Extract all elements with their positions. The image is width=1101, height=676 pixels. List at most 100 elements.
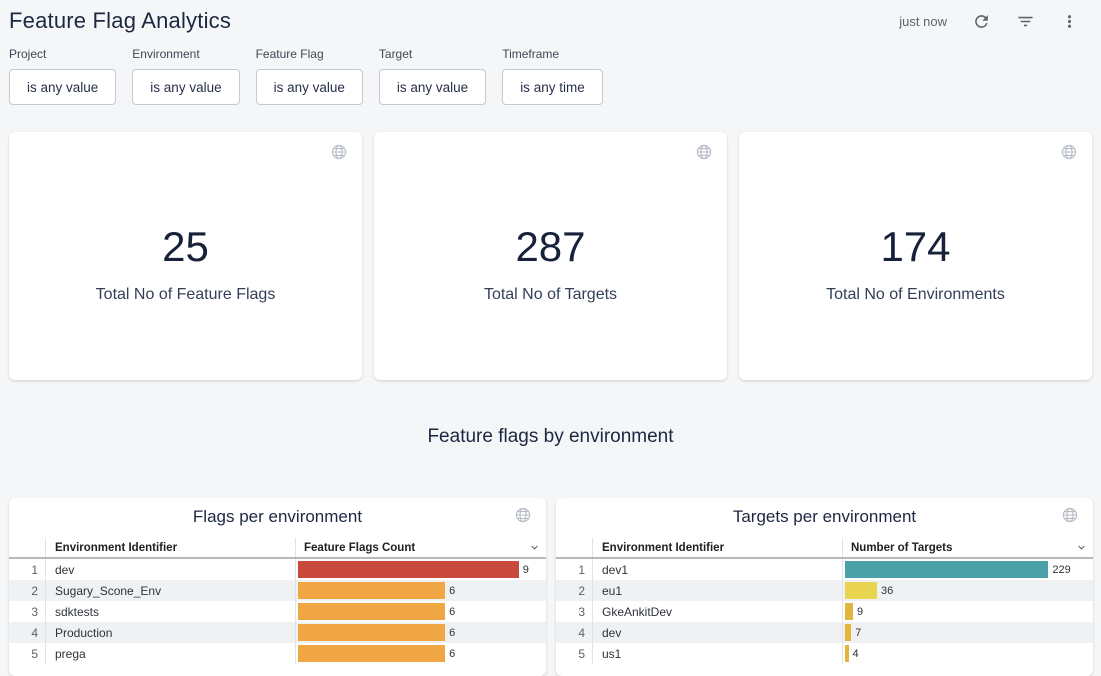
value-bar bbox=[298, 645, 445, 662]
refresh-button[interactable] bbox=[972, 12, 991, 31]
globe-icon bbox=[696, 144, 712, 165]
environment-identifier-cell: prega bbox=[46, 643, 296, 664]
globe-icon bbox=[515, 507, 531, 528]
environment-identifier-cell: sdktests bbox=[46, 601, 296, 622]
filter-project: Project is any value bbox=[9, 47, 116, 105]
table-row[interactable]: 2eu136 bbox=[556, 580, 1093, 601]
targets-per-environment-card: Targets per environment Environment Iden… bbox=[556, 498, 1093, 676]
data-table: Environment Identifier Feature Flags Cou… bbox=[9, 538, 546, 664]
value-bar-cell: 6 bbox=[296, 622, 546, 643]
environment-identifier-cell: eu1 bbox=[593, 580, 843, 601]
row-index: 4 bbox=[556, 622, 593, 643]
value-label: 6 bbox=[449, 648, 455, 660]
environment-identifier-cell: dev1 bbox=[593, 559, 843, 580]
row-number-header bbox=[556, 538, 593, 557]
table-row[interactable]: 5prega 6 bbox=[9, 643, 546, 664]
column-header-count: Number of Targets bbox=[843, 538, 1093, 557]
value-bar-cell: 9 bbox=[843, 601, 1093, 622]
globe-icon bbox=[1061, 144, 1077, 165]
table-title: Flags per environment bbox=[9, 507, 546, 527]
value-label: 4 bbox=[853, 648, 859, 660]
column-header-label: Number of Targets bbox=[843, 542, 952, 554]
page-title: Feature Flag Analytics bbox=[9, 8, 231, 34]
row-number-header bbox=[9, 538, 46, 557]
value-bar-cell: 9 bbox=[296, 559, 546, 580]
top-actions: just now bbox=[899, 12, 1079, 31]
value-bar bbox=[298, 561, 519, 578]
row-index: 1 bbox=[9, 559, 46, 580]
last-updated-text: just now bbox=[899, 14, 947, 29]
filter-label: Environment bbox=[132, 47, 239, 61]
value-label: 9 bbox=[523, 564, 529, 576]
kpi-label: Total No of Targets bbox=[484, 286, 617, 304]
environment-identifier-cell: dev bbox=[593, 622, 843, 643]
value-bar bbox=[298, 624, 445, 641]
filter-bar: Project is any value Environment is any … bbox=[0, 36, 1101, 105]
globe-icon bbox=[1062, 507, 1078, 528]
kpi-row: 25 Total No of Feature Flags 287 Total N… bbox=[9, 132, 1092, 380]
dashboard-menu-button[interactable] bbox=[1060, 12, 1079, 31]
environment-identifier-cell: us1 bbox=[593, 643, 843, 664]
row-index: 2 bbox=[556, 580, 593, 601]
column-header-environment-identifier: Environment Identifier bbox=[593, 538, 843, 557]
table-rows: 1dev12292eu1363GkeAnkitDev94dev75us14 bbox=[556, 559, 1093, 664]
chevron-down-icon[interactable] bbox=[1075, 541, 1088, 554]
row-index: 5 bbox=[9, 643, 46, 664]
value-bar bbox=[845, 603, 853, 620]
value-bar bbox=[298, 603, 445, 620]
value-bar-cell: 4 bbox=[843, 643, 1093, 664]
row-index: 3 bbox=[556, 601, 593, 622]
value-label: 229 bbox=[1052, 564, 1070, 576]
filter-target-button[interactable]: is any value bbox=[379, 69, 486, 105]
table-row[interactable]: 4dev7 bbox=[556, 622, 1093, 643]
top-bar: Feature Flag Analytics just now bbox=[0, 0, 1101, 36]
environment-identifier-cell: Production bbox=[46, 622, 296, 643]
filter-environment-button[interactable]: is any value bbox=[132, 69, 239, 105]
table-row[interactable]: 3sdktests6 bbox=[9, 601, 546, 622]
kpi-label: Total No of Environments bbox=[826, 286, 1005, 304]
kpi-value: 174 bbox=[880, 209, 950, 271]
environment-identifier-cell: Sugary_Scone_Env bbox=[46, 580, 296, 601]
filter-timeframe-button[interactable]: is any time bbox=[502, 69, 603, 105]
value-bar bbox=[845, 582, 877, 599]
table-row[interactable]: 3GkeAnkitDev9 bbox=[556, 601, 1093, 622]
table-row[interactable]: 5us1 4 bbox=[556, 643, 1093, 664]
table-row[interactable]: 1dev1229 bbox=[556, 559, 1093, 580]
column-header-count: Feature Flags Count bbox=[296, 538, 546, 557]
kpi-card-targets: 287 Total No of Targets bbox=[374, 132, 727, 380]
value-bar bbox=[845, 561, 1048, 578]
dashboard-filters-button[interactable] bbox=[1016, 12, 1035, 31]
tables-row: Flags per environment Environment Identi… bbox=[9, 498, 1093, 676]
value-bar-cell: 36 bbox=[843, 580, 1093, 601]
filter-feature-flag-button[interactable]: is any value bbox=[256, 69, 363, 105]
kpi-label: Total No of Feature Flags bbox=[96, 286, 276, 304]
table-title: Targets per environment bbox=[556, 507, 1093, 527]
value-bar-cell: 229 bbox=[843, 559, 1093, 580]
kpi-card-feature-flags: 25 Total No of Feature Flags bbox=[9, 132, 362, 380]
data-table: Environment Identifier Number of Targets… bbox=[556, 538, 1093, 664]
refresh-icon bbox=[972, 12, 991, 31]
row-index: 5 bbox=[556, 643, 593, 664]
value-bar bbox=[845, 624, 851, 641]
table-row[interactable]: 4Production6 bbox=[9, 622, 546, 643]
table-row[interactable]: 1dev9 bbox=[9, 559, 546, 580]
value-label: 9 bbox=[857, 606, 863, 618]
table-header-row: Environment Identifier Feature Flags Cou… bbox=[9, 538, 546, 559]
chevron-down-icon[interactable] bbox=[528, 541, 541, 554]
table-header-row: Environment Identifier Number of Targets bbox=[556, 538, 1093, 559]
filter-feature-flag: Feature Flag is any value bbox=[256, 47, 363, 105]
filter-environment: Environment is any value bbox=[132, 47, 239, 105]
filter-target: Target is any value bbox=[379, 47, 486, 105]
row-index: 2 bbox=[9, 580, 46, 601]
value-label: 6 bbox=[449, 627, 455, 639]
filter-project-button[interactable]: is any value bbox=[9, 69, 116, 105]
table-row[interactable]: 2Sugary_Scone_Env6 bbox=[9, 580, 546, 601]
globe-icon bbox=[331, 144, 347, 165]
filter-icon bbox=[1016, 12, 1035, 31]
filter-label: Project bbox=[9, 47, 116, 61]
kpi-value: 25 bbox=[162, 209, 209, 271]
filter-label: Timeframe bbox=[502, 47, 603, 61]
value-bar-cell: 6 bbox=[296, 601, 546, 622]
value-bar-cell: 6 bbox=[296, 580, 546, 601]
kpi-card-environments: 174 Total No of Environments bbox=[739, 132, 1092, 380]
